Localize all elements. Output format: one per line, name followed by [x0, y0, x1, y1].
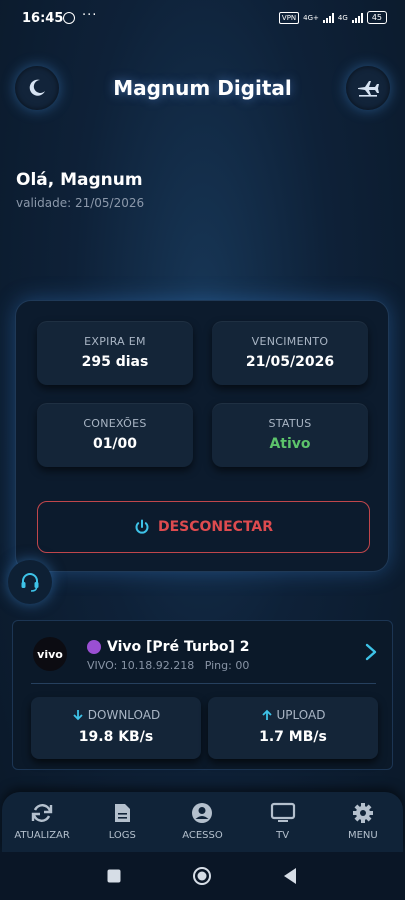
nav-menu-label: MENU: [347, 830, 378, 841]
nav-tv-label: TV: [276, 830, 290, 841]
status-tile: STATUS Ativo: [212, 403, 368, 467]
status-time: 16:45: [22, 11, 64, 26]
upload-label: UPLOAD: [276, 708, 326, 722]
nav-tv[interactable]: TV: [248, 792, 318, 852]
due-date-tile: VENCIMENTO 21/05/2026: [212, 321, 368, 385]
nav-access-label: ACESSO: [182, 830, 223, 841]
network-name: Vivo [Pré Turbo] 2: [107, 639, 250, 655]
upload-value: 1.7 MB/s: [259, 729, 327, 745]
chevron-right-icon[interactable]: [364, 643, 378, 661]
gear-icon: [352, 803, 373, 823]
user-greeting: Olá, Magnum: [16, 170, 143, 190]
app-title: Magnum Digital: [113, 76, 292, 100]
download-label-row: DOWNLOAD: [31, 708, 201, 722]
disconnect-button[interactable]: DESCONECTAR: [37, 501, 370, 553]
bottom-nav: ATUALIZAR LOGS ACESSO TV MENU: [2, 792, 403, 852]
download-value: 19.8 KB/s: [78, 729, 154, 745]
home-icon[interactable]: [192, 866, 212, 886]
validity-date: validade: 21/05/2026: [16, 196, 145, 210]
status-indicators: VPN 4G+ 4G 45: [278, 11, 387, 24]
divider: [31, 683, 376, 684]
arrow-down-icon: [73, 710, 83, 721]
status-value: Ativo: [269, 436, 311, 452]
nav-access[interactable]: ACESSO: [167, 792, 237, 852]
network-name-row: Vivo [Pré Turbo] 2: [87, 639, 249, 655]
status-bar: 16:45 ··· VPN 4G+ 4G 45: [0, 0, 405, 36]
nav-refresh[interactable]: ATUALIZAR: [7, 792, 77, 852]
refresh-icon: [31, 804, 53, 822]
more-notifications-icon: ···: [82, 8, 98, 23]
nav-refresh-label: ATUALIZAR: [14, 830, 70, 841]
upload-tile: UPLOAD 1.7 MB/s: [208, 697, 378, 759]
back-icon[interactable]: [282, 867, 298, 885]
airplane-icon: [358, 81, 379, 97]
battery-icon: 45: [366, 11, 387, 24]
account-card: EXPIRA EM 295 dias VENCIMENTO 21/05/2026…: [15, 300, 389, 572]
system-nav-bar: [0, 852, 405, 900]
headset-icon: [21, 573, 39, 592]
upload-label-row: UPLOAD: [208, 708, 378, 722]
connections-tile: CONEXÕES 01/00: [37, 403, 193, 467]
expires-in-label: EXPIRA EM: [84, 335, 146, 348]
network-type-2: 4G: [337, 13, 348, 22]
vpn-badge: VPN: [278, 11, 300, 24]
expires-in-value: 295 dias: [81, 354, 149, 370]
due-date-value: 21/05/2026: [245, 354, 335, 370]
nav-menu[interactable]: MENU: [328, 792, 398, 852]
support-button[interactable]: [8, 560, 52, 604]
nav-logs[interactable]: LOGS: [87, 792, 157, 852]
network-type-1: 4G+: [303, 13, 319, 22]
user-circle-icon: [192, 803, 213, 823]
document-icon: [115, 804, 131, 822]
network-info: VIVO: 10.18.92.218 Ping: 00: [87, 659, 250, 672]
download-tile: DOWNLOAD 19.8 KB/s: [31, 697, 201, 759]
operator-logo: vivo: [33, 637, 67, 671]
status-label: STATUS: [268, 417, 312, 430]
whatsapp-icon: [63, 12, 75, 24]
download-label: DOWNLOAD: [87, 708, 161, 722]
recents-icon[interactable]: [106, 868, 122, 884]
power-icon: [135, 519, 149, 534]
connections-label: CONEXÕES: [83, 417, 147, 430]
arrow-up-icon: [261, 709, 272, 720]
nav-logs-label: LOGS: [108, 830, 136, 841]
disconnect-label: DESCONECTAR: [157, 519, 274, 535]
signal-icon: [322, 12, 334, 23]
expires-in-tile: EXPIRA EM 295 dias: [37, 321, 193, 385]
airplane-mode-button[interactable]: [346, 66, 390, 110]
connections-value: 01/00: [92, 436, 138, 452]
monitor-icon: [270, 802, 295, 822]
operator-dot-icon: [87, 640, 101, 654]
due-date-label: VENCIMENTO: [251, 335, 329, 348]
signal-icon-2: [351, 12, 363, 23]
network-card[interactable]: vivo Vivo [Pré Turbo] 2 VIVO: 10.18.92.2…: [12, 620, 393, 770]
